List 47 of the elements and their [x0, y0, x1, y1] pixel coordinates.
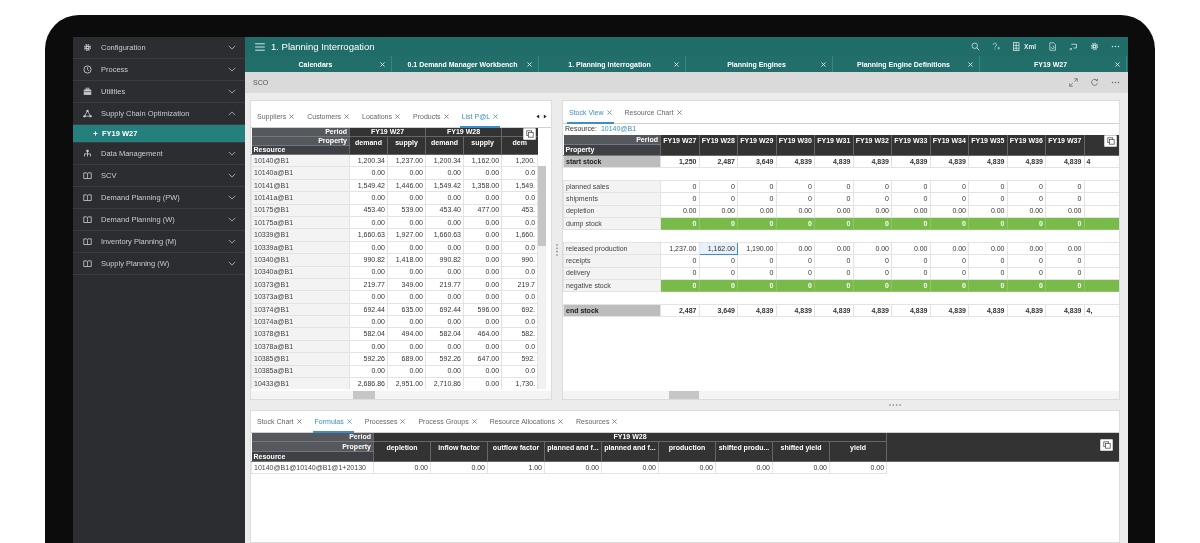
scrollbar[interactable] [538, 166, 547, 389]
scrollbar[interactable] [563, 391, 663, 399]
book-icon [83, 259, 92, 268]
scrollbar[interactable] [349, 391, 551, 399]
close-icon[interactable] [493, 114, 499, 119]
network-icon [83, 109, 92, 118]
refresh-document-icon[interactable] [1048, 42, 1057, 51]
scrollbar[interactable] [663, 391, 1119, 399]
book-icon [83, 215, 92, 224]
close-icon[interactable] [471, 419, 477, 424]
settings-icon[interactable] [1090, 42, 1099, 51]
close-icon[interactable] [289, 114, 295, 119]
copy-icon [1106, 137, 1115, 145]
close-icon[interactable] [400, 419, 406, 424]
close-icon[interactable] [346, 419, 352, 424]
gear-icon [83, 43, 92, 52]
copy-icon [1102, 441, 1111, 449]
splitter-handle[interactable] [556, 244, 558, 256]
book-icon [83, 193, 92, 202]
close-icon[interactable] [443, 114, 449, 119]
refresh-icon[interactable] [1090, 78, 1099, 87]
scroll-right-icon[interactable] [543, 114, 547, 119]
scroll-left-icon[interactable] [536, 114, 540, 119]
help-icon[interactable] [992, 42, 1002, 51]
close-icon[interactable] [395, 114, 400, 119]
close-icon[interactable] [558, 419, 563, 424]
hierarchy-icon [83, 149, 92, 158]
window-title: 1. Planning Interrogation [271, 41, 375, 52]
scrollbar[interactable] [251, 391, 349, 399]
table-icon [1013, 41, 1022, 52]
briefcase-icon [83, 87, 92, 96]
splitter-handle[interactable] [889, 404, 901, 406]
plus-icon [93, 131, 98, 136]
book-icon [83, 237, 92, 246]
expand-icon[interactable] [1069, 78, 1078, 87]
copy-button[interactable] [523, 128, 537, 140]
close-icon[interactable] [612, 419, 618, 424]
close-icon[interactable] [606, 110, 612, 115]
menu-icon[interactable] [255, 42, 265, 51]
swap-icon[interactable] [1069, 42, 1078, 51]
close-icon[interactable] [296, 419, 302, 424]
book-icon [83, 171, 92, 180]
search-icon[interactable] [971, 42, 981, 51]
close-icon[interactable] [676, 110, 682, 115]
clock-icon [83, 65, 92, 74]
copy-icon [525, 130, 534, 138]
close-icon[interactable] [344, 114, 350, 119]
